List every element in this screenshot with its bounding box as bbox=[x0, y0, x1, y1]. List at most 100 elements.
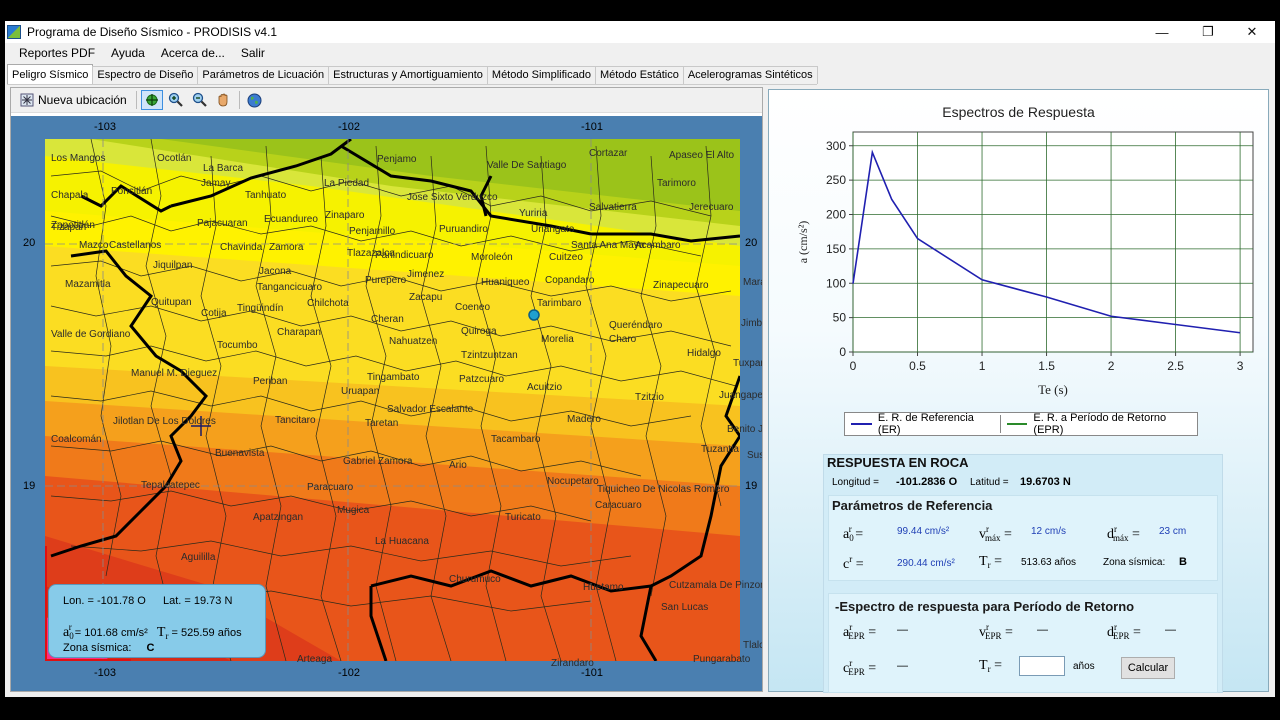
place-label: Mazco bbox=[79, 240, 109, 251]
zoom-out-icon bbox=[192, 92, 207, 107]
app-window: Programa de Diseño Sísmico - PRODISIS v4… bbox=[5, 21, 1275, 697]
y-tick-label: 0 bbox=[839, 345, 846, 359]
location-marker[interactable] bbox=[528, 309, 540, 321]
place-label: Arteaga bbox=[297, 654, 332, 665]
place-label: Tarimbaro bbox=[537, 298, 582, 309]
place-label: Uriangato bbox=[531, 224, 575, 235]
x-tick-label: 3 bbox=[1237, 359, 1244, 373]
zona-value: B bbox=[1179, 556, 1187, 568]
place-label: Ario bbox=[449, 460, 467, 471]
menu-acerca-de[interactable]: Acerca de... bbox=[154, 46, 232, 60]
place-label: Jimenez bbox=[407, 269, 444, 280]
place-label: Juangapeo bbox=[719, 390, 762, 401]
legend-label: E. R. a Período de Retorno (EPR) bbox=[1033, 412, 1167, 436]
place-label: San Lucas bbox=[661, 602, 708, 613]
x-tick-label: 2 bbox=[1108, 359, 1115, 373]
place-label: Tzitzio bbox=[635, 392, 664, 403]
tab-metodo-simplificado[interactable]: Método Simplificado bbox=[486, 66, 596, 84]
place-label: Tarimoro bbox=[657, 178, 696, 189]
place-label: Castellanos bbox=[109, 240, 161, 251]
tab-metodo-estatico[interactable]: Método Estático bbox=[594, 66, 684, 84]
y-tick-label: 150 bbox=[826, 242, 846, 256]
info-zona: Zona sísmica: C bbox=[63, 642, 154, 654]
x-tick-label: 0 bbox=[850, 359, 857, 373]
latitud-label: Latitud = bbox=[970, 477, 1009, 488]
place-label: Charapan bbox=[277, 327, 321, 338]
a0r-value: 99.44 cm/s² bbox=[897, 526, 950, 537]
place-label: Penjamo bbox=[377, 154, 417, 165]
vepr-value: — bbox=[1037, 624, 1048, 636]
place-label: Turicato bbox=[505, 512, 541, 523]
nueva-ubicacion-button[interactable]: Nueva ubicación bbox=[17, 90, 130, 110]
place-label: Panindicuaro bbox=[375, 250, 434, 261]
info-a0: a0r = 101.68 cm/s² Tr = 525.59 años bbox=[63, 622, 242, 641]
place-label: Zinapecuaro bbox=[653, 280, 709, 291]
tab-estructuras-amortiguamiento[interactable]: Estructuras y Amortiguamiento bbox=[328, 66, 488, 84]
latitud-value: 19.6703 N bbox=[1020, 476, 1071, 488]
legend-swatch bbox=[851, 423, 872, 425]
zoom-out-button[interactable] bbox=[189, 90, 211, 110]
vepr-symbol: vrEPR = bbox=[979, 622, 1013, 641]
close-button[interactable]: ✕ bbox=[1229, 21, 1275, 43]
place-label: Jamay bbox=[201, 178, 230, 189]
zona-label: Zona sísmica: bbox=[1103, 557, 1166, 568]
tab-acelerogramas-sinteticos[interactable]: Acelerogramas Sintéticos bbox=[682, 66, 818, 84]
map-frame[interactable]: Los Mangos Ocotlán La Barca Penjamo Valle De… bbox=[11, 116, 762, 691]
maximize-button[interactable]: ❐ bbox=[1185, 21, 1231, 43]
menu-salir[interactable]: Salir bbox=[234, 46, 272, 60]
pan-tool-button[interactable] bbox=[140, 90, 163, 110]
lat-label-right: 20 bbox=[745, 237, 758, 249]
calcular-button[interactable]: Calcular bbox=[1121, 657, 1175, 679]
title-bar: Programa de Diseño Sísmico - PRODISIS v4… bbox=[5, 21, 1275, 43]
lon-label-bottom: -103 bbox=[94, 667, 117, 679]
y-tick-label: 100 bbox=[826, 276, 846, 290]
rock-response-box: RESPUESTA EN ROCA Longitud = -101.2836 O… bbox=[823, 454, 1223, 693]
place-label: Manuel M. Dieguez bbox=[131, 368, 217, 379]
place-label: Quiroga bbox=[461, 326, 497, 337]
info-lon: Lon. = -101.78 O bbox=[63, 595, 146, 607]
place-label: Copandaro bbox=[545, 275, 595, 286]
cepr-value: — bbox=[897, 660, 908, 672]
place-label: Valle de Gordiano bbox=[51, 329, 131, 340]
y-tick-label: 200 bbox=[826, 208, 846, 222]
menu-reportes-pdf[interactable]: Reportes PDF bbox=[12, 46, 102, 60]
tab-parametros-licuacion[interactable]: Parámetros de Licuación bbox=[197, 66, 330, 84]
tr-symbol: Tr bbox=[156, 625, 169, 641]
lon-label-top: -103 bbox=[94, 121, 117, 133]
crosshair-icon bbox=[145, 94, 158, 106]
place-label: Churumuco bbox=[449, 574, 501, 585]
place-label: La Piedad bbox=[324, 178, 369, 189]
place-label: Poncitlán bbox=[111, 186, 152, 197]
place-label: Penjamillo bbox=[349, 226, 396, 237]
zoom-in-button[interactable] bbox=[165, 90, 187, 110]
place-label: Nocupetaro bbox=[547, 476, 599, 487]
cr-value: 290.44 cm/s² bbox=[897, 558, 955, 569]
tab-peligro-sismico[interactable]: Peligro Sísmico bbox=[7, 64, 94, 84]
hand-tool-button[interactable] bbox=[213, 90, 233, 110]
place-label: Salvatierra bbox=[589, 202, 637, 213]
place-label: Acambaro bbox=[635, 240, 681, 251]
place-label: Apaseo El Alto bbox=[669, 150, 734, 161]
menu-ayuda[interactable]: Ayuda bbox=[104, 46, 152, 60]
place-label: Jerecuaro bbox=[689, 202, 734, 213]
place-label: Caracuaro bbox=[595, 500, 642, 511]
response-spectrum-chart: Espectros de Respuesta 0 0.5 1 1.5 2 2.5 3 0 50 1… bbox=[769, 90, 1268, 400]
chart-legend: E. R. de Referencia (ER) E. R. a Período… bbox=[844, 412, 1198, 436]
place-label: Madero bbox=[567, 414, 601, 425]
vmax-value: 12 cm/s bbox=[1031, 526, 1067, 537]
lon-label-top: -101 bbox=[581, 121, 604, 133]
lat-label-left: 19 bbox=[23, 480, 36, 492]
tab-espectro-diseno[interactable]: Espectro de Diseño bbox=[92, 66, 199, 84]
place-label: Cuitzeo bbox=[549, 252, 583, 263]
place-label: Zinaparo bbox=[325, 210, 365, 221]
tr-input[interactable] bbox=[1019, 656, 1065, 676]
return-period-section: -Espectro de respuesta para Período de R… bbox=[828, 593, 1218, 693]
place-label: Tlalchapa bbox=[743, 640, 762, 651]
place-label: Uruapan bbox=[341, 386, 379, 397]
minimize-button[interactable]: — bbox=[1139, 21, 1185, 43]
globe-button[interactable] bbox=[244, 90, 265, 110]
place-label: Tanhuato bbox=[245, 190, 287, 201]
y-axis-label: a (cm/s²) bbox=[796, 221, 810, 264]
place-label: Buenavista bbox=[215, 448, 265, 459]
a0-symbol: a0r bbox=[63, 622, 74, 641]
